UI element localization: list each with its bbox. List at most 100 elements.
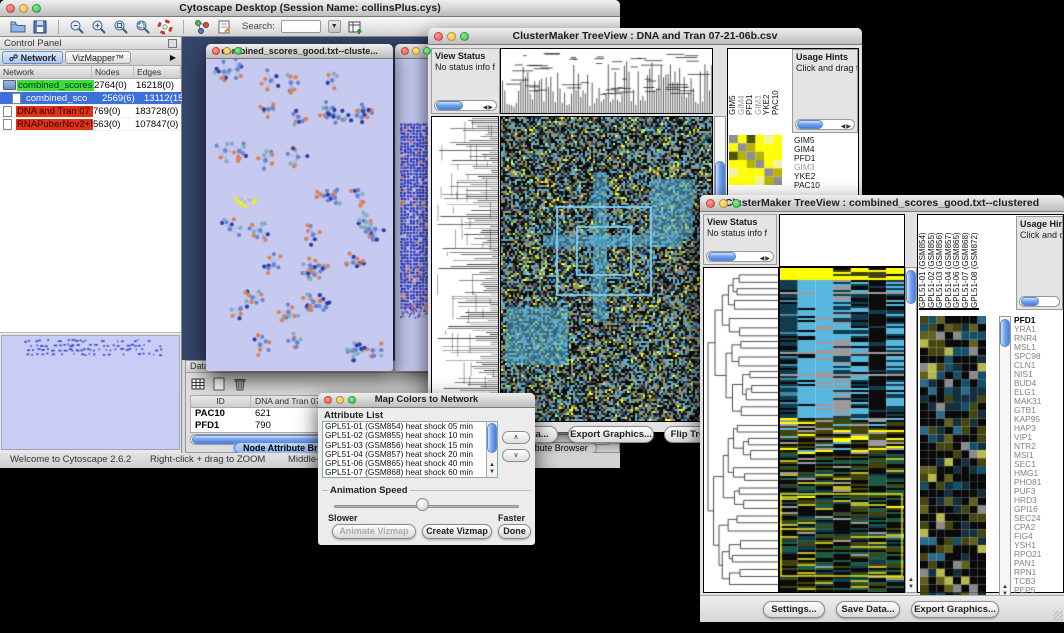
network-list-header[interactable]: Network Nodes Edges <box>0 66 181 79</box>
row-dendrogram-canvas[interactable] <box>704 268 778 592</box>
global-heatmap-pane[interactable] <box>779 267 905 593</box>
search-dropdown-icon[interactable]: ▼ <box>328 20 341 33</box>
delete-attribute-trash-icon[interactable] <box>232 376 248 392</box>
navigator-thumbnail[interactable] <box>2 336 179 449</box>
zoom-heatmap-canvas[interactable] <box>729 135 782 185</box>
network-edges-count: 16218(0) <box>136 80 188 91</box>
save-data-button[interactable]: Save Data... <box>836 601 900 618</box>
zoom-button[interactable] <box>234 47 242 55</box>
zoom-heatmap-canvas[interactable] <box>920 316 986 600</box>
row-dendrogram-pane[interactable] <box>431 116 499 428</box>
scroll-arrows-icon[interactable]: ◀▶ <box>483 103 494 111</box>
close-button[interactable] <box>6 4 15 13</box>
attribute-table-icon[interactable] <box>347 19 363 35</box>
tab-network[interactable]: ☍ Network <box>2 51 63 64</box>
global-heatmap-canvas[interactable] <box>501 117 712 421</box>
gene-label[interactable]: PAC10 <box>794 181 828 190</box>
network-row[interactable]: RNAPuberNov2+I563(0)107847(0) <box>0 118 181 131</box>
close-button[interactable] <box>212 47 220 55</box>
scrollbar-thumb[interactable] <box>436 101 463 110</box>
scroll-arrows-icon[interactable]: ◀▶ <box>841 122 852 130</box>
zoom-button[interactable] <box>423 47 431 55</box>
scroll-arrows-icon[interactable]: ▲▼ <box>487 462 497 476</box>
minimize-button[interactable] <box>223 47 231 55</box>
usage-hints-scrollbar[interactable] <box>1019 296 1060 307</box>
tab-overflow-icon[interactable]: ▶ <box>170 53 179 62</box>
zoom-selected-icon[interactable] <box>113 19 129 35</box>
new-attribute-icon[interactable] <box>211 376 227 392</box>
animate-vizmap-button[interactable]: Animate Vizmap <box>332 524 416 539</box>
settings-button[interactable]: Settings... <box>763 601 825 618</box>
scrollbar-thumb[interactable] <box>487 423 497 453</box>
minimize-button[interactable] <box>19 4 28 13</box>
float-panel-icon[interactable] <box>168 39 177 48</box>
export-graphics-button[interactable]: Export Graphics... <box>568 426 654 443</box>
zoom-in-icon[interactable] <box>91 19 107 35</box>
export-graphics-button[interactable]: Export Graphics... <box>911 601 999 618</box>
close-button[interactable] <box>706 199 715 208</box>
scrollbar-thumb[interactable] <box>1000 319 1010 347</box>
attribute-item[interactable]: GPL51-07 (GSM868) heat shock 60 min <box>323 468 497 477</box>
scrollbar-thumb[interactable] <box>797 120 823 129</box>
network-row[interactable]: combined_scores2764(0)16218(0) <box>0 79 181 92</box>
save-icon[interactable] <box>32 19 48 35</box>
minimize-button[interactable] <box>412 47 420 55</box>
attribute-listbox[interactable]: GPL51-01 (GSM854) heat shock 05 minGPL51… <box>322 421 498 478</box>
zoom-button[interactable] <box>348 396 356 404</box>
resize-grip[interactable] <box>1053 611 1063 621</box>
network-navigator[interactable] <box>1 335 180 450</box>
global-heatmap-canvas[interactable] <box>780 268 904 592</box>
scrollbar-thumb[interactable] <box>708 252 736 261</box>
heatmap-vscrollbar[interactable]: ▲▼ <box>905 267 917 593</box>
open-folder-icon[interactable] <box>10 19 26 35</box>
scrollbar-thumb[interactable] <box>1021 297 1039 306</box>
document-icon <box>3 106 12 117</box>
move-down-button[interactable]: ∨ <box>502 449 530 462</box>
zoom-button[interactable] <box>732 199 741 208</box>
minimize-button[interactable] <box>719 199 728 208</box>
zoom-button[interactable] <box>460 32 469 41</box>
create-vizmap-button[interactable]: Create Vizmap <box>422 524 492 539</box>
zoom-vscrollbar[interactable]: ▲▼ <box>999 316 1011 600</box>
search-input[interactable] <box>281 20 321 33</box>
close-button[interactable] <box>434 32 443 41</box>
tab-vizmapper[interactable]: VizMapper™ <box>65 51 131 64</box>
close-button[interactable] <box>324 396 332 404</box>
scroll-arrows-icon[interactable]: ▲▼ <box>906 577 916 591</box>
zoom-button[interactable] <box>32 4 41 13</box>
scrollbar-thumb[interactable] <box>906 270 916 304</box>
speed-slider-thumb[interactable] <box>416 498 429 511</box>
attribute-list-scrollbar[interactable]: ▲▼ <box>486 422 497 477</box>
network-row[interactable]: DNA and Tran 07769(0)183728(0) <box>0 105 181 118</box>
column-dendrogram-canvas[interactable] <box>501 49 712 113</box>
zoom-fit-icon[interactable] <box>135 19 151 35</box>
close-button[interactable] <box>401 47 409 55</box>
network-tree-empty-area[interactable] <box>0 132 181 333</box>
control-panel: Control Panel ☍ Network VizMapper™ ▶ Net… <box>0 37 182 453</box>
dialog-title-bar[interactable]: Map Colors to Network <box>318 393 535 408</box>
scroll-arrows-icon[interactable]: ◀▶ <box>760 254 771 262</box>
network-canvas[interactable] <box>206 59 391 370</box>
select-attributes-icon[interactable] <box>190 376 206 392</box>
network-row[interactable]: combined_sco2569(6)13112(15) <box>0 92 181 105</box>
main-title-bar[interactable]: Cytoscape Desktop (Session Name: collins… <box>0 0 620 17</box>
row-dendrogram-pane[interactable] <box>703 267 779 593</box>
annotation-icon[interactable] <box>216 19 232 35</box>
window-title-bar[interactable]: ClusterMaker TreeView : DNA and Tran 07-… <box>428 28 862 45</box>
done-button[interactable]: Done <box>498 524 531 539</box>
usage-hints-scrollbar[interactable]: ◀▶ <box>795 119 855 130</box>
desktop: Cytoscape Desktop (Session Name: collins… <box>0 0 1064 633</box>
global-heatmap-pane[interactable] <box>500 116 713 422</box>
view-status-scrollbar[interactable]: ◀▶ <box>434 100 497 111</box>
column-dendrogram-pane[interactable] <box>500 48 713 114</box>
row-dendrogram-canvas[interactable] <box>432 117 498 427</box>
minimize-button[interactable] <box>336 396 344 404</box>
minimize-button[interactable] <box>447 32 456 41</box>
move-up-button[interactable]: ∧ <box>502 431 530 444</box>
view-status-scrollbar[interactable]: ◀▶ <box>706 251 774 262</box>
window-title-bar[interactable]: ClusterMaker TreeView : combined_scores_… <box>700 195 1064 212</box>
window-title-bar[interactable]: combined_scores_good.txt--cluste... <box>206 44 393 59</box>
zoom-out-icon[interactable] <box>69 19 85 35</box>
help-lifering-icon[interactable] <box>157 19 173 35</box>
vizmap-nodes-icon[interactable] <box>194 19 210 35</box>
